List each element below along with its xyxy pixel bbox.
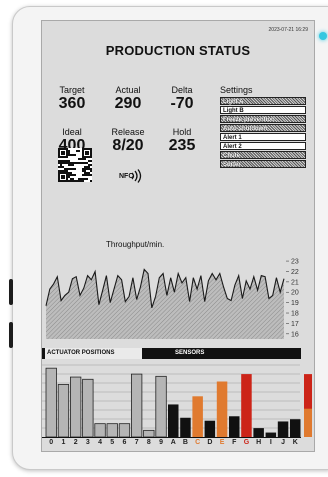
setting-toggle-alert-1[interactable]: Alert 1: [220, 133, 306, 141]
metric-label: Target: [59, 85, 85, 95]
side-button-top[interactable]: [9, 279, 13, 305]
metric-value: 235: [168, 137, 196, 154]
actuator-bar-9: [155, 375, 167, 438]
actuator-bar-6: [118, 423, 131, 438]
sensor-label-J: J: [281, 439, 285, 446]
setting-toggle-freeze-prevention[interactable]: Freeze-prevention: [220, 115, 306, 123]
setting-toggle-chute[interactable]: Chute: [220, 151, 306, 159]
sensor-label-A: A: [170, 439, 176, 446]
sensor-label-C: C: [195, 439, 201, 446]
timestamp: 2023-07-21 16:29: [268, 27, 308, 33]
sensor-label-D: D: [207, 439, 213, 446]
sensor-bar-A: [168, 404, 179, 437]
sensor-bar-C: [192, 396, 203, 437]
sensor-bar-G: [241, 374, 252, 437]
sensors-label: SENSORS: [175, 350, 205, 356]
setting-toggle-light-a[interactable]: Light A: [220, 97, 306, 105]
settings-list: Light A Light B Freeze-prevention Auto-shut…: [220, 97, 306, 169]
sensor-label-F: F: [232, 439, 237, 446]
metric-delta: Delta -70: [162, 85, 202, 112]
sensor-bar-J: [277, 421, 289, 437]
y-tick-label: 22: [291, 269, 299, 276]
actuator-label-8: 8: [146, 439, 151, 446]
y-tick-label: 23: [291, 259, 299, 266]
y-tick-label: 17: [291, 321, 299, 328]
sensor-label-B: B: [182, 439, 188, 446]
metric-label: Delta: [171, 85, 193, 95]
metric-value: -70: [170, 95, 194, 112]
y-tick-label: 21: [291, 279, 299, 286]
actuator-bar-8: [143, 429, 155, 438]
actuator-label-4: 4: [98, 439, 102, 446]
metric-label: Actual: [115, 85, 141, 95]
actuator-label-3: 3: [85, 439, 90, 446]
sensor-bar-B: [180, 417, 191, 437]
sensor-label-K: K: [292, 439, 298, 446]
setting-toggle-light-b[interactable]: Light B: [220, 106, 306, 114]
sensor-label-G: G: [243, 439, 250, 446]
actuator-positions-label: ACTUATOR POSITIONS: [45, 348, 143, 359]
actuator-label-1: 1: [61, 439, 66, 446]
metric-value: 360: [58, 95, 86, 112]
level-gauge-lower: [304, 408, 312, 437]
metric-label: Release: [111, 127, 145, 137]
actuator-bar-1: [57, 384, 70, 438]
actuator-label-6: 6: [122, 439, 127, 446]
sensor-bar-F: [229, 416, 240, 437]
setting-toggle-sorter[interactable]: Sorter: [220, 160, 306, 168]
metric-release: Release 8/20: [104, 127, 152, 154]
y-tick-label: 20: [291, 290, 299, 297]
actuator-bar-3: [82, 378, 94, 438]
nfc-icon: [131, 169, 142, 183]
e-paper-screen: 2023-07-21 16:29 PRODUCTION STATUS Targe…: [41, 20, 315, 452]
status-led: [319, 32, 327, 40]
y-tick-label: 18: [291, 311, 299, 318]
sensor-bar-D: [204, 420, 216, 437]
actuator-bar-7: [131, 373, 143, 438]
actuator-bar-0: [45, 367, 57, 438]
actuator-sensor-chart: [42, 364, 312, 438]
actuator-bar-4: [94, 423, 106, 438]
setting-toggle-alert-2[interactable]: Alert 2: [220, 142, 306, 150]
actuator-bar-2: [69, 376, 82, 438]
metric-value: 290: [114, 95, 142, 112]
metric-actual: Actual 290: [106, 85, 150, 112]
metric-target: Target 360: [52, 85, 92, 112]
setting-toggle-auto-shutdown[interactable]: Auto-shutdown: [220, 124, 306, 132]
sensor-bar-K: [290, 419, 301, 437]
throughput-chart: 23 22 21 20 19 18 17 16: [45, 259, 299, 339]
sensor-label-I: I: [269, 439, 272, 446]
actuator-bar-5: [106, 423, 118, 438]
actuator-label-7: 7: [134, 439, 139, 446]
qr-code: [58, 148, 92, 182]
settings-heading: Settings: [220, 85, 253, 95]
actuator-label-9: 9: [159, 439, 163, 446]
throughput-title: Throughput/min.: [106, 240, 165, 249]
metric-label: Hold: [172, 127, 192, 137]
sensor-label-E: E: [219, 439, 225, 446]
sensor-bar-H: [253, 428, 264, 437]
throughput-area: [46, 269, 284, 339]
metric-label: Ideal: [62, 127, 82, 137]
actuator-label-2: 2: [73, 439, 78, 446]
actuator-label-5: 5: [110, 439, 115, 446]
metric-value: 8/20: [112, 137, 144, 154]
sensor-label-H: H: [256, 439, 262, 446]
side-button-bottom[interactable]: [9, 322, 13, 348]
sensor-bar-I: [265, 432, 277, 437]
metric-hold: Hold 235: [162, 127, 202, 154]
sensor-bar-E: [216, 381, 228, 437]
y-tick-label: 19: [291, 300, 299, 307]
page-title: PRODUCTION STATUS: [105, 43, 251, 58]
bar-panel-header: ACTUATOR POSITIONS SENSORS: [42, 348, 301, 359]
y-tick-label: 16: [291, 331, 299, 338]
actuator-label-0: 0: [49, 439, 54, 446]
bar-category-labels: 0123 4 5678 9ABCDEFGHI JK: [42, 439, 314, 449]
